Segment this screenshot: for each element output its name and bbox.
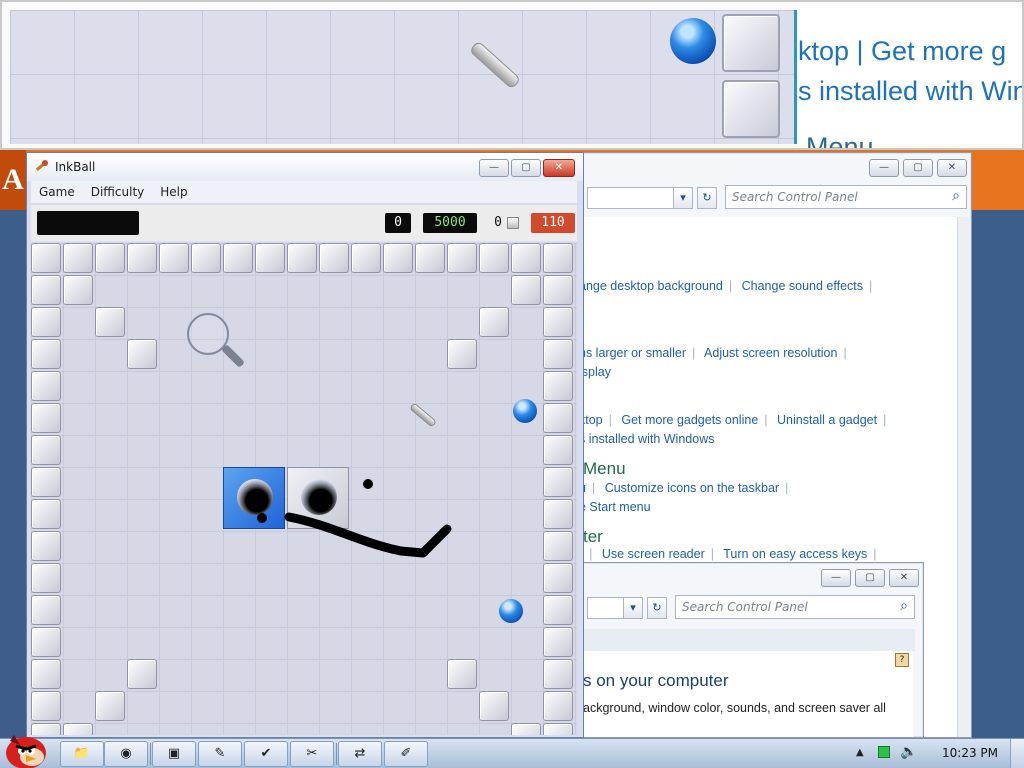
control-panel-window-2[interactable]: — ▢ ✕ ▾ ↻ Search Control Panel ⌕ ? s on … xyxy=(560,562,924,738)
maximize-button[interactable]: ▢ xyxy=(903,159,933,177)
magnified-block xyxy=(722,14,780,72)
link-customize-start-menu[interactable]: e Start menu xyxy=(579,500,651,514)
magnified-control-panel: ktop | Get more g s installed with Win M… xyxy=(798,8,1024,148)
magnified-ball xyxy=(670,18,716,64)
network-icon[interactable] xyxy=(878,746,890,758)
control-panel-content: ? s on your computer ackground, window c… xyxy=(561,651,913,737)
taskbar-paint-icon[interactable]: ✂ xyxy=(290,741,334,767)
window-controls: — ▢ ✕ xyxy=(479,159,575,177)
ink-icon xyxy=(507,217,519,229)
link-use-screen-reader[interactable]: Use screen reader xyxy=(602,547,705,561)
address-buttons: ▾ ↻ xyxy=(623,597,667,619)
menu-difficulty[interactable]: Difficulty xyxy=(91,185,145,199)
clock[interactable]: 10:23 PM xyxy=(942,746,998,760)
search-icon[interactable]: ⌕ xyxy=(952,188,960,204)
toolbar-strip xyxy=(561,629,915,651)
page-heading: s on your computer xyxy=(583,671,729,690)
scrollbar[interactable] xyxy=(957,217,971,737)
address-bar[interactable] xyxy=(587,187,687,209)
help-icon[interactable]: ? xyxy=(895,653,909,667)
menu-help[interactable]: Help xyxy=(160,185,187,199)
link-text-size[interactable]: ns larger or smaller xyxy=(579,346,686,360)
score-bar: 0 5000 0 110 xyxy=(31,205,577,241)
close-button[interactable]: ✕ xyxy=(889,569,919,587)
ink-count: 0 xyxy=(494,215,502,230)
show-desktop-button[interactable] xyxy=(1010,739,1024,768)
close-button[interactable]: ✕ xyxy=(937,159,967,177)
search-placeholder: Search Control Panel xyxy=(732,190,858,204)
taskbar-separator xyxy=(150,743,151,765)
inkball-app-icon xyxy=(35,160,48,171)
search-placeholder: Search Control Panel xyxy=(682,600,808,614)
magnified-line: Menu xyxy=(806,132,874,148)
heading-ease-of-access[interactable]: ter xyxy=(583,527,603,547)
address-dropdown-icon[interactable]: ▾ xyxy=(673,187,693,209)
magnified-board xyxy=(10,10,794,144)
ball-queue xyxy=(37,211,139,235)
close-button[interactable]: ✕ xyxy=(543,159,575,177)
link-get-more-gadgets[interactable]: Get more gadgets online xyxy=(621,413,758,427)
taskbar-inkball-icon[interactable]: ✐ xyxy=(384,741,428,767)
ink-stroke[interactable] xyxy=(31,243,577,735)
taskbar-remote-desktop-icon[interactable]: ⇄ xyxy=(338,741,382,767)
taskbar-security-icon[interactable]: ✔ xyxy=(244,741,288,767)
window-title: InkBall xyxy=(55,160,96,174)
timer: 110 xyxy=(531,213,575,233)
link-customize-taskbar-icons[interactable]: Customize icons on the taskbar xyxy=(605,481,779,495)
address-dropdown-icon[interactable]: ▾ xyxy=(623,597,643,619)
heading-start-menu[interactable]: Menu xyxy=(583,459,626,479)
magnified-block xyxy=(722,80,780,138)
search-icon[interactable]: ⌕ xyxy=(900,598,908,614)
restore-button[interactable]: ▢ xyxy=(511,159,541,177)
tray-expand-icon[interactable]: ▲ xyxy=(856,747,864,758)
system-tray: ▲ 🔈 10:23 PM xyxy=(854,739,1024,768)
refresh-icon[interactable]: ↻ xyxy=(647,597,667,619)
link-change-desktop-background[interactable]: ange desktop background xyxy=(579,279,723,293)
link-uninstall-gadget[interactable]: Uninstall a gadget xyxy=(777,413,877,427)
link-gadgets-installed[interactable]: s installed with Windows xyxy=(579,432,714,446)
taskbar-separator xyxy=(336,743,337,765)
minimize-button[interactable]: — xyxy=(869,159,899,177)
volume-icon[interactable]: 🔈 xyxy=(900,744,917,760)
game-board[interactable] xyxy=(31,243,577,735)
magnified-pen-cursor xyxy=(468,40,522,90)
link-change-sound-effects[interactable]: Change sound effects xyxy=(742,279,863,293)
magnified-divider xyxy=(794,10,797,144)
minimize-button[interactable]: — xyxy=(821,569,851,587)
taskbar-explorer-icon[interactable]: 📁 xyxy=(60,741,104,767)
search-input[interactable]: Search Control Panel ⌕ xyxy=(675,595,915,619)
minimize-button[interactable]: — xyxy=(479,159,509,177)
start-button-angry-bird-icon[interactable] xyxy=(2,731,54,768)
taskbar-cmd-icon[interactable]: ▣ xyxy=(152,741,196,767)
menu-game[interactable]: Game xyxy=(39,185,75,199)
score-counter: 0 xyxy=(385,213,411,233)
taskbar-chrome-icon[interactable]: ◉ xyxy=(104,741,148,767)
link-adjust-screen-resolution[interactable]: Adjust screen resolution xyxy=(704,346,837,360)
address-buttons: ▾ ↻ xyxy=(673,187,717,209)
window-controls: — ▢ ✕ xyxy=(821,569,919,587)
title-bar[interactable]: InkBall — ▢ ✕ xyxy=(27,153,583,181)
high-score: 5000 xyxy=(423,213,477,233)
search-input[interactable]: Search Control Panel ⌕ xyxy=(725,185,967,209)
taskbar: 📁 ◉ ▣ ✎ ✔ ✂ ⇄ ✐ ▲ 🔈 10:23 PM xyxy=(0,735,1024,768)
maximize-button[interactable]: ▢ xyxy=(855,569,885,587)
magnified-line: s installed with Win xyxy=(798,76,1024,106)
window-controls: — ▢ ✕ xyxy=(869,159,967,177)
link-easy-access-keys[interactable]: Turn on easy access keys xyxy=(723,547,867,561)
menu-bar: Game Difficulty Help xyxy=(31,181,577,203)
inkball-window[interactable]: InkBall — ▢ ✕ Game Difficulty Help 0 500… xyxy=(26,152,584,738)
magnified-line: ktop | Get more g xyxy=(798,36,1007,66)
taskbar-notepad-icon[interactable]: ✎ xyxy=(198,741,242,767)
magnifier-window: ktop | Get more g s installed with Win M… xyxy=(0,0,1024,150)
refresh-icon[interactable]: ↻ xyxy=(697,187,717,209)
background-app-logo: A xyxy=(0,150,26,210)
page-description: ackground, window color, sounds, and scr… xyxy=(583,701,886,715)
